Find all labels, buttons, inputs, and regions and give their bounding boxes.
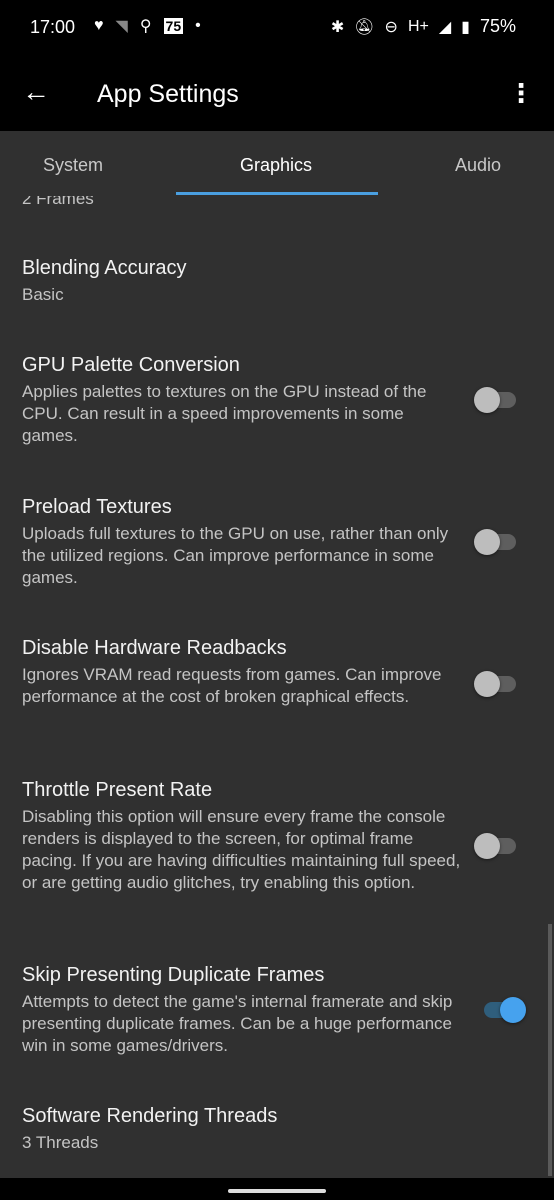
wifi-unknown-icon: ◥ xyxy=(115,18,128,35)
setting-description: Applies palettes to textures on the GPU … xyxy=(22,382,427,445)
setting-title: Preload Textures xyxy=(22,496,172,518)
heart-icon: ♥ xyxy=(94,17,104,34)
bell-off-icon: 🔕︎ xyxy=(354,18,375,36)
setting-description: Ignores VRAM read requests from games. C… xyxy=(22,665,442,706)
battery-level: 75% xyxy=(479,16,516,36)
setting-title: Skip Presenting Duplicate Frames xyxy=(22,964,325,986)
navigation-bar xyxy=(0,1178,554,1200)
signal-icon: ◢ xyxy=(438,18,452,36)
network-type: H+ xyxy=(407,17,429,35)
setting-disable-hardware-readbacks[interactable]: Disable Hardware Readbacks Ignores VRAM … xyxy=(22,637,462,708)
tab-graphics[interactable]: Graphics xyxy=(240,155,312,176)
gpu-palette-toggle[interactable] xyxy=(474,387,518,413)
setting-value: 3 Threads xyxy=(22,1133,99,1152)
tab-system[interactable]: System xyxy=(43,155,103,176)
setting-preload-textures[interactable]: Preload Textures Uploads full textures t… xyxy=(22,496,462,589)
setting-software-rendering-threads[interactable]: Software Rendering Threads 3 Threads xyxy=(22,1105,462,1154)
tab-audio[interactable]: Audio xyxy=(455,155,501,176)
setting-description: Uploads full textures to the GPU on use,… xyxy=(22,524,449,587)
setting-title: Blending Accuracy xyxy=(22,257,187,279)
setting-value: 2 Frames xyxy=(22,196,94,208)
setting-throttle-present-rate[interactable]: Throttle Present Rate Disabling this opt… xyxy=(22,779,462,894)
setting-partial[interactable]: 2 Frames xyxy=(22,196,462,210)
clock: 17:00 xyxy=(30,17,76,37)
setting-description: Disabling this option will ensure every … xyxy=(22,807,461,892)
setting-gpu-palette-conversion[interactable]: GPU Palette Conversion Applies palettes … xyxy=(22,354,462,447)
skip-duplicate-frames-toggle[interactable] xyxy=(474,997,526,1023)
home-indicator[interactable] xyxy=(228,1189,326,1193)
setting-skip-duplicate-frames[interactable]: Skip Presenting Duplicate Frames Attempt… xyxy=(22,964,462,1057)
app-bar: ← App Settings ⋮ xyxy=(0,56,554,131)
settings-list: 2 Frames Blending Accuracy Basic GPU Pal… xyxy=(0,196,554,1178)
status-bar: 17:00 ♥ ◥ ⚲ 75 • ✱ 🔕︎ ⊖ H+ ◢ ▮ 75% xyxy=(0,0,554,56)
tab-indicator xyxy=(176,192,378,195)
setting-title: Throttle Present Rate xyxy=(22,779,213,801)
tab-bar: System Graphics Audio xyxy=(0,131,554,196)
throttle-present-rate-toggle[interactable] xyxy=(474,833,518,859)
disable-readbacks-toggle[interactable] xyxy=(474,671,518,697)
scrollbar[interactable] xyxy=(548,924,552,1176)
location-icon: ⚲ xyxy=(139,18,152,35)
dot-icon: • xyxy=(195,17,201,34)
battery-icon: ▮ xyxy=(461,18,470,36)
setting-title: GPU Palette Conversion xyxy=(22,354,240,376)
setting-title: Disable Hardware Readbacks xyxy=(22,637,287,659)
back-arrow-icon[interactable]: ← xyxy=(22,76,50,108)
more-options-icon[interactable]: ⋮ xyxy=(508,78,534,109)
setting-description: Attempts to detect the game's internal f… xyxy=(22,992,453,1055)
setting-title: Software Rendering Threads xyxy=(22,1105,278,1127)
bluetooth-icon: ✱ xyxy=(330,18,345,36)
badge-75-icon: 75 xyxy=(163,18,184,34)
setting-blending-accuracy[interactable]: Blending Accuracy Basic xyxy=(22,257,462,306)
do-not-disturb-icon: ⊖ xyxy=(384,18,398,36)
page-title: App Settings xyxy=(97,80,239,108)
setting-value: Basic xyxy=(22,285,64,304)
preload-textures-toggle[interactable] xyxy=(474,529,518,555)
